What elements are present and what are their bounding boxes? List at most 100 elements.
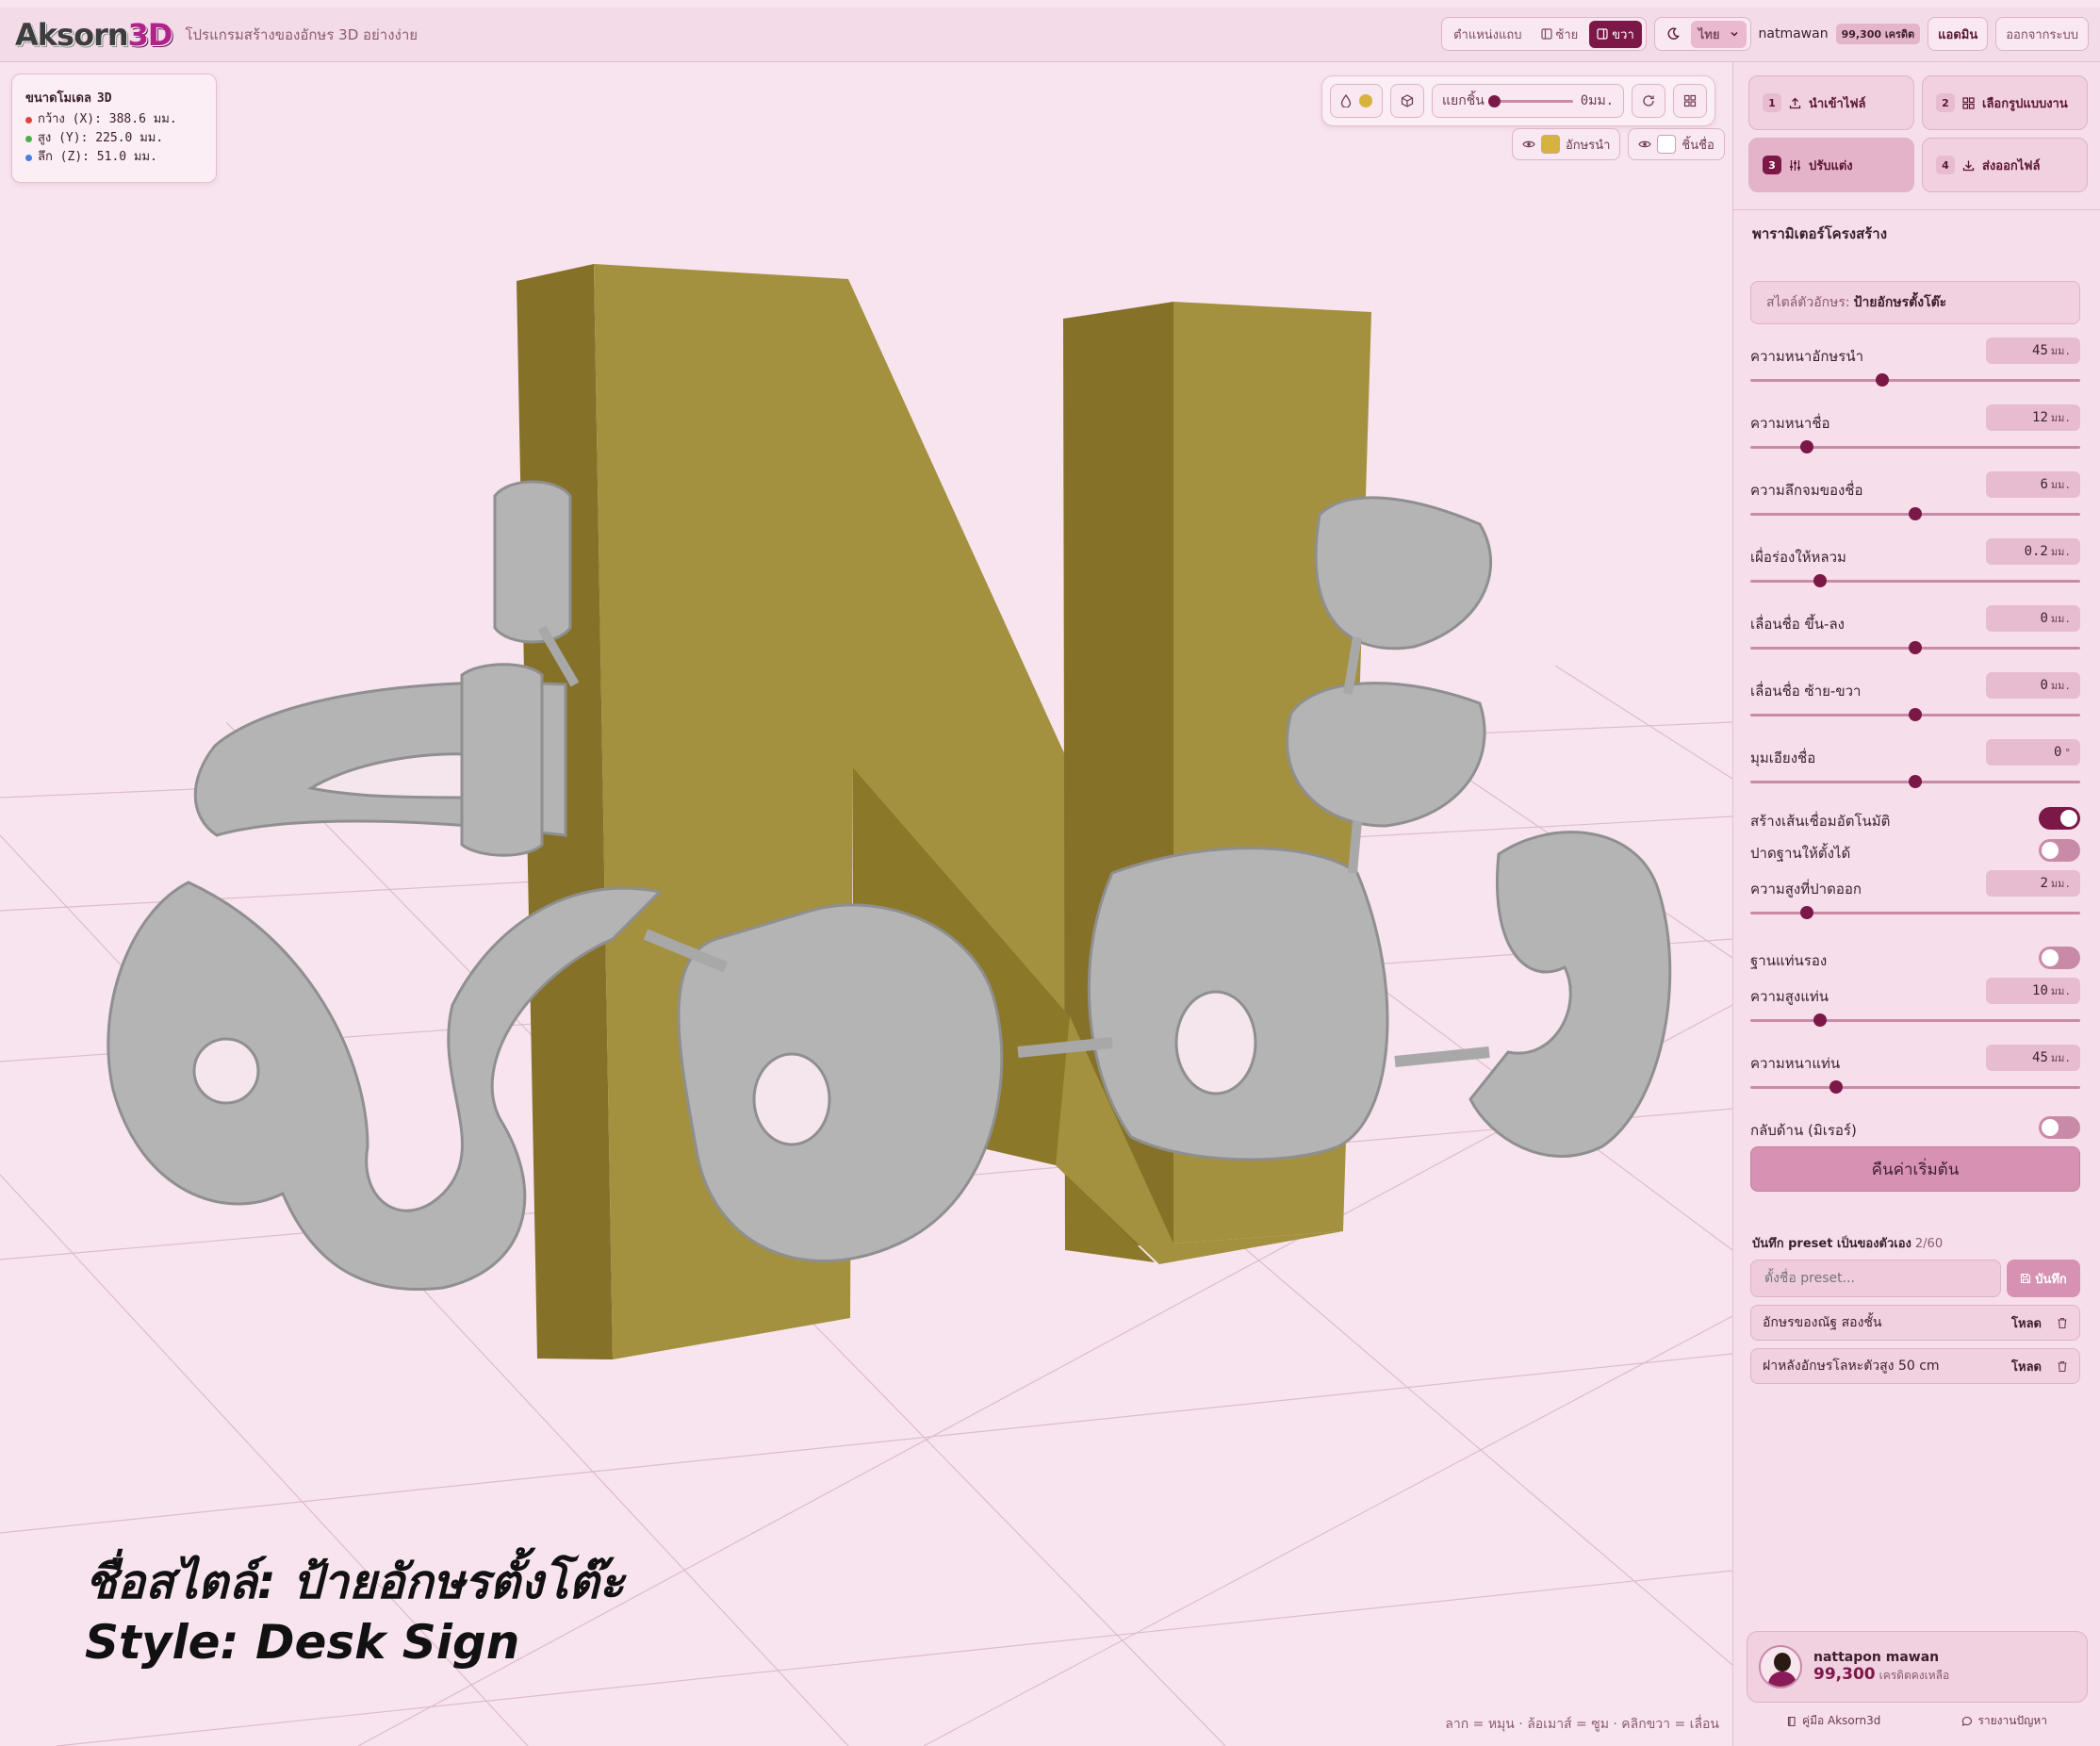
- grid-toggle-button[interactable]: [1673, 84, 1708, 118]
- trash-icon[interactable]: [2057, 1317, 2068, 1329]
- font-style-selector[interactable]: สไตล์ตัวอักษร: ป้ายอักษรตั้งโต๊ะ: [1750, 281, 2080, 324]
- toggle-label: ปาดฐานให้ตั้งได้: [1750, 845, 1851, 862]
- flatten-base-switch[interactable]: [2039, 839, 2080, 862]
- language-select[interactable]: ไทย: [1690, 20, 1747, 48]
- param-slider[interactable]: [1750, 574, 2080, 587]
- preset-load-button[interactable]: โหลด: [2011, 1313, 2042, 1333]
- avatar: [1759, 1645, 1802, 1688]
- reset-view-button[interactable]: [1632, 84, 1666, 118]
- model-dimensions-card: ขนาดโมเดล 3D กว้าง (X): 388.6 มม. สูง (Y…: [11, 74, 217, 183]
- name-swatch[interactable]: [1657, 135, 1677, 154]
- param-value: 0: [2040, 678, 2048, 693]
- eye-icon: [1522, 140, 1535, 148]
- toggle-lead-letter[interactable]: อักษรนำ: [1512, 128, 1621, 160]
- material-color-button[interactable]: [1330, 84, 1383, 118]
- auto-connect-switch[interactable]: [2039, 807, 2080, 830]
- param-value-input[interactable]: 12 มม.: [1986, 404, 2080, 431]
- param-slider[interactable]: [1750, 641, 2080, 654]
- param-slider[interactable]: [1750, 1013, 2080, 1027]
- step-template[interactable]: 2 เลือกรูปแบบงาน: [1922, 75, 2088, 130]
- 3d-viewport[interactable]: ขนาดโมเดล 3D กว้าง (X): 388.6 มม. สูง (Y…: [0, 62, 1732, 1746]
- dim-z-row: ลึก (Z): 51.0 มม.: [25, 148, 203, 167]
- panel-position-label: ตำแหน่งแถบ: [1453, 27, 1522, 42]
- param-value-input[interactable]: 0 °: [1986, 739, 2080, 766]
- explode-thumb[interactable]: [1487, 94, 1501, 107]
- preset-load-button[interactable]: โหลด: [2011, 1357, 2042, 1376]
- param-value-input[interactable]: 0.2 มม.: [1986, 538, 2080, 565]
- step-export[interactable]: 4 ส่งออกไฟล์: [1922, 138, 2088, 192]
- slider-thumb[interactable]: [1799, 440, 1813, 453]
- param-slider[interactable]: [1750, 906, 2080, 919]
- param-name-thickness: ความหนาชื่อ 12 มม.: [1750, 403, 2080, 469]
- param-value-input[interactable]: 0 มม.: [1986, 672, 2080, 699]
- step-customize[interactable]: 3 ปรับแต่ง: [1748, 138, 1914, 192]
- save-icon: [2021, 1273, 2031, 1284]
- report-label: รายงานปัญหา: [1977, 1714, 2047, 1727]
- param-value-input[interactable]: 10 มม.: [1986, 978, 2080, 1004]
- param-value-input[interactable]: 0 มม.: [1986, 605, 2080, 632]
- dim-z: ลึก (Z): 51.0 มม.: [38, 150, 157, 164]
- trash-icon[interactable]: [2057, 1360, 2068, 1373]
- slider-thumb[interactable]: [1799, 906, 1813, 919]
- param-label: ความสูงแท่น: [1750, 988, 1829, 1005]
- param-slider[interactable]: [1750, 708, 2080, 721]
- admin-button[interactable]: แอดมิน: [1928, 17, 1989, 51]
- dark-mode-toggle[interactable]: [1659, 24, 1687, 44]
- param-lead-thickness: ความหนาอักษรนำ 45 มม.: [1750, 336, 2080, 403]
- step-label: เลือกรูปแบบงาน: [1982, 96, 2068, 111]
- param-cut-height: ความสูงที่ปาดออก 2 มม.: [1750, 868, 2080, 944]
- param-slider[interactable]: [1750, 1080, 2080, 1094]
- panel-footer: คู่มือ Aksorn3d รายงานปัญหา: [1747, 1712, 2088, 1730]
- 3d-scene[interactable]: [0, 62, 1732, 1746]
- manual-link[interactable]: คู่มือ Aksorn3d: [1787, 1712, 1880, 1730]
- param-slider[interactable]: [1750, 440, 2080, 453]
- param-value: 0: [2053, 745, 2062, 760]
- toggle-name-label: ชิ้นชื่อ: [1682, 138, 1714, 153]
- mirror-switch[interactable]: [2039, 1116, 2080, 1139]
- param-value: 6: [2040, 477, 2048, 492]
- toggle-base-stand: ฐานแท่นรอง: [1750, 944, 2080, 976]
- param-slider[interactable]: [1750, 373, 2080, 387]
- param-label: ความหนาแท่น: [1750, 1055, 1841, 1072]
- username: natmawan: [1758, 26, 1829, 41]
- toggle-name-piece[interactable]: ชิ้นชื่อ: [1628, 128, 1725, 160]
- report-link[interactable]: รายงานปัญหา: [1961, 1712, 2047, 1730]
- param-value: 0.2: [2024, 544, 2048, 559]
- slider-thumb[interactable]: [1813, 574, 1827, 587]
- param-slider[interactable]: [1750, 507, 2080, 520]
- preset-name-input[interactable]: [1750, 1260, 2001, 1297]
- param-offset-horizontal: เลื่อนชื่อ ซ้าย-ขวา 0 มม.: [1750, 670, 2080, 737]
- toggle-lead-label: อักษรนำ: [1566, 138, 1611, 153]
- param-value: 0: [2040, 611, 2048, 626]
- lead-swatch[interactable]: [1541, 135, 1560, 154]
- slider-thumb[interactable]: [1909, 775, 1922, 788]
- toggle-label: ฐานแท่นรอง: [1750, 952, 1828, 969]
- parameter-list: ความหนาอักษรนำ 45 มม. ความหนาชื่อ 12 มม. ค…: [1750, 336, 2080, 1145]
- slider-thumb[interactable]: [1909, 507, 1922, 520]
- step-import[interactable]: 1 นำเข้าไฟล์: [1748, 75, 1914, 130]
- explode-track[interactable]: [1487, 94, 1573, 107]
- explode-slider[interactable]: แยกชิ้น 0มม.: [1432, 84, 1625, 118]
- slider-thumb[interactable]: [1813, 1013, 1827, 1027]
- slider-thumb[interactable]: [1909, 641, 1922, 654]
- slider-thumb[interactable]: [1909, 708, 1922, 721]
- preset-save-button[interactable]: บันทึก: [2007, 1260, 2080, 1297]
- reset-defaults-button[interactable]: คืนค่าเริ่มต้น: [1750, 1146, 2080, 1192]
- base-stand-switch[interactable]: [2039, 947, 2080, 969]
- preset-item: ฝาหลังอักษรโลหะตัวสูง 50 cm โหลด: [1750, 1348, 2080, 1384]
- panel-right-icon: [1597, 28, 1608, 40]
- dims-title-text: ขนาดโมเดล: [25, 91, 91, 106]
- param-slider[interactable]: [1750, 775, 2080, 788]
- panel-right-button[interactable]: ขวา: [1589, 20, 1642, 48]
- slider-thumb[interactable]: [1876, 373, 1889, 387]
- panel-left-button[interactable]: ซ้าย: [1534, 21, 1586, 48]
- param-value-input[interactable]: 45 มม.: [1986, 338, 2080, 364]
- slider-thumb[interactable]: [1829, 1080, 1843, 1094]
- param-value-input[interactable]: 45 มม.: [1986, 1045, 2080, 1071]
- param-value-input[interactable]: 2 มม.: [1986, 870, 2080, 897]
- language-value: ไทย: [1698, 27, 1720, 42]
- divider: [1733, 209, 2100, 210]
- logout-button[interactable]: ออกจากระบบ: [1995, 17, 2089, 51]
- view-cube-button[interactable]: [1390, 84, 1424, 118]
- param-value-input[interactable]: 6 มม.: [1986, 471, 2080, 498]
